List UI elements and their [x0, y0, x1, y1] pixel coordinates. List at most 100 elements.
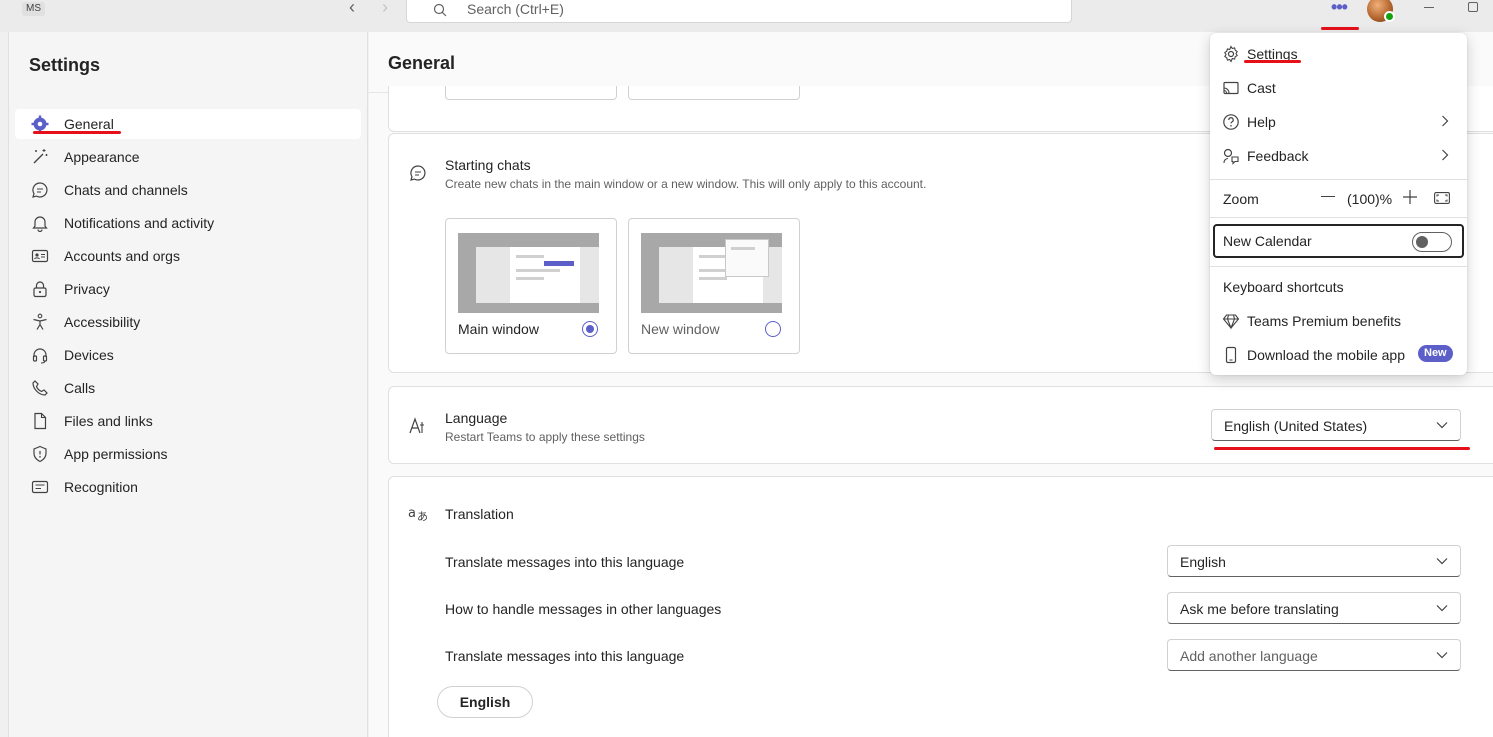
- add-language-select[interactable]: Add another language: [1167, 639, 1461, 671]
- org-badge[interactable]: MS: [22, 2, 45, 16]
- sidebar-item-label: Files and links: [64, 413, 153, 429]
- zoom-in-button[interactable]: [1402, 189, 1418, 205]
- maximize-icon[interactable]: [1468, 2, 1478, 12]
- id-card-icon: [31, 249, 49, 263]
- main-window-option[interactable]: Main window: [445, 218, 617, 354]
- chevron-down-icon: [1436, 558, 1448, 565]
- zoom-label: Zoom: [1223, 191, 1259, 207]
- sidebar-item-label: App permissions: [64, 446, 168, 462]
- sidebar-item-label: Notifications and activity: [64, 215, 215, 231]
- menu-item-label: Cast: [1247, 80, 1276, 96]
- section-title: Translation: [445, 506, 514, 522]
- menu-item-settings[interactable]: Settings: [1210, 36, 1467, 70]
- chevron-down-icon: [1436, 422, 1448, 429]
- search-input[interactable]: Search (Ctrl+E): [406, 0, 1072, 23]
- language-chip[interactable]: English: [437, 686, 533, 718]
- translate-icon: aあ: [408, 506, 428, 522]
- chat-icon: [410, 165, 426, 181]
- back-arrow-icon[interactable]: ‹: [342, 0, 362, 16]
- sidebar-item-calls[interactable]: Calls: [15, 373, 361, 403]
- section-title: Language: [445, 410, 508, 426]
- zoom-value: (100)%: [1347, 191, 1393, 207]
- main-window-radio[interactable]: [582, 321, 598, 337]
- sidebar-item-appearance[interactable]: Appearance: [15, 142, 361, 172]
- sidebar-item-chats-and-channels[interactable]: Chats and channels: [15, 175, 361, 205]
- menu-item-label: Feedback: [1247, 148, 1309, 164]
- translation-row-label: How to handle messages in other language…: [445, 601, 722, 617]
- sidebar-item-accessibility[interactable]: Accessibility: [15, 307, 361, 337]
- settings-sidebar: Settings General Appearance Chats and ch…: [8, 32, 368, 737]
- annotation-underline: [33, 131, 121, 134]
- menu-item-feedback[interactable]: Feedback: [1210, 138, 1467, 172]
- option-card-partial[interactable]: [628, 86, 800, 100]
- sidebar-item-devices[interactable]: Devices: [15, 340, 361, 370]
- handle-messages-select[interactable]: Ask me before translating: [1167, 592, 1461, 624]
- new-window-preview: [641, 233, 782, 313]
- language-value: English (United States): [1224, 418, 1368, 434]
- svg-text:a: a: [408, 506, 416, 521]
- recognition-icon: [31, 480, 49, 494]
- sidebar-item-label: Accounts and orgs: [64, 248, 180, 264]
- sidebar-item-label: Recognition: [64, 479, 138, 495]
- new-badge: New: [1418, 345, 1453, 362]
- sidebar-item-recognition[interactable]: Recognition: [15, 472, 361, 502]
- shield-icon: [33, 445, 47, 463]
- annotation-underline: [1214, 447, 1470, 450]
- new-window-radio[interactable]: [765, 321, 781, 337]
- more-options-menu: Settings Cast Help Feedback Zoom (100)% …: [1210, 33, 1467, 375]
- option-label: Main window: [458, 321, 539, 337]
- option-card-partial[interactable]: [445, 86, 617, 100]
- sidebar-item-general[interactable]: General: [15, 109, 361, 139]
- title-bar: MS ‹ › Search (Ctrl+E) •••: [0, 0, 1493, 32]
- sidebar-item-app-permissions[interactable]: App permissions: [15, 439, 361, 469]
- menu-item-premium[interactable]: Teams Premium benefits: [1210, 303, 1467, 337]
- sidebar-item-label: Calls: [64, 380, 96, 396]
- menu-item-help[interactable]: Help: [1210, 104, 1467, 138]
- section-description: Create new chats in the main window or a…: [445, 177, 927, 191]
- mobile-phone-icon: [1225, 346, 1237, 364]
- menu-item-label: Keyboard shortcuts: [1223, 279, 1344, 295]
- zoom-out-button[interactable]: [1321, 196, 1335, 197]
- language-card: Language Restart Teams to apply these se…: [388, 386, 1493, 464]
- menu-item-label: Help: [1247, 114, 1276, 130]
- menu-item-new-calendar[interactable]: New Calendar: [1213, 224, 1464, 258]
- annotation-underline: [1321, 27, 1359, 30]
- more-options-button[interactable]: •••: [1322, 0, 1356, 20]
- sidebar-item-accounts[interactable]: Accounts and orgs: [15, 241, 361, 271]
- menu-item-keyboard-shortcuts[interactable]: Keyboard shortcuts: [1210, 269, 1467, 303]
- minimize-icon[interactable]: [1422, 0, 1438, 14]
- wand-icon: [33, 149, 48, 164]
- select-placeholder: Add another language: [1180, 648, 1318, 664]
- gear-icon: [1224, 45, 1238, 63]
- translation-row-label: Translate messages into this language: [445, 554, 685, 570]
- menu-item-cast[interactable]: Cast: [1210, 70, 1467, 104]
- section-description: Restart Teams to apply these settings: [445, 430, 645, 444]
- select-value: English: [1180, 554, 1226, 570]
- new-calendar-toggle[interactable]: [1412, 232, 1452, 252]
- document-icon: [34, 412, 47, 430]
- fit-screen-icon[interactable]: [1434, 192, 1450, 204]
- menu-item-label: Teams Premium benefits: [1247, 313, 1402, 329]
- sidebar-item-files-and-links[interactable]: Files and links: [15, 406, 361, 436]
- chevron-right-icon: [1442, 115, 1449, 127]
- language-select[interactable]: English (United States): [1211, 409, 1461, 441]
- sidebar-item-label: Privacy: [64, 281, 110, 297]
- search-placeholder: Search (Ctrl+E): [467, 1, 564, 17]
- accessibility-icon: [33, 313, 47, 330]
- page-title: General: [388, 53, 456, 73]
- forward-arrow-icon[interactable]: ›: [375, 0, 395, 16]
- option-label: New window: [641, 321, 720, 337]
- new-window-option[interactable]: New window: [628, 218, 800, 354]
- sidebar-item-label: Chats and channels: [64, 182, 188, 198]
- annotation-underline: [1244, 60, 1301, 63]
- lock-icon: [33, 281, 47, 298]
- presence-status-icon: [1384, 11, 1395, 22]
- sidebar-item-label: Devices: [64, 347, 114, 363]
- translate-into-select[interactable]: English: [1167, 545, 1461, 577]
- sidebar-item-label: Accessibility: [64, 314, 141, 330]
- section-title: Starting chats: [445, 157, 531, 173]
- diamond-icon: [1222, 314, 1240, 330]
- sidebar-item-notifications[interactable]: Notifications and activity: [15, 208, 361, 238]
- sidebar-item-privacy[interactable]: Privacy: [15, 274, 361, 304]
- font-language-icon: [409, 417, 424, 434]
